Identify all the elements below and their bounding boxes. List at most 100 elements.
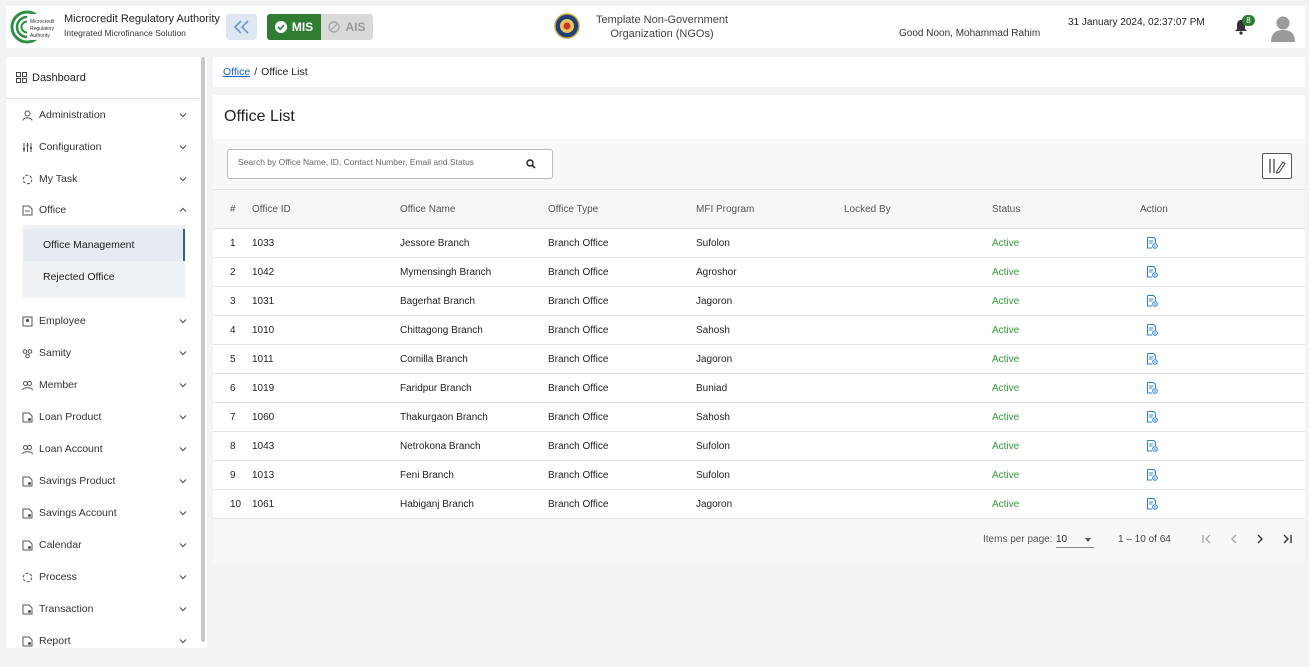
table-row[interactable]: 5 1011 Comilla Branch Branch Office Jagoron A… (213, 345, 1305, 374)
column-header-locked-by[interactable]: Locked By (844, 190, 891, 228)
view-details-icon[interactable] (1146, 266, 1158, 278)
sidebar-item-employee[interactable]: Employee (6, 307, 199, 335)
table-row[interactable]: 7 1060 Thakurgaon Branch Branch Office Sahos… (213, 403, 1305, 432)
column-header-office-name[interactable]: Office Name (400, 190, 455, 228)
chevron-down-icon (179, 113, 187, 118)
chevron-down-icon (179, 177, 187, 182)
sidebar-item-transaction[interactable]: Transaction (6, 595, 199, 623)
action-cell (1140, 461, 1158, 489)
sidebar-item-office[interactable]: Office (6, 196, 199, 224)
mfi-program-cell: Jagoron (696, 353, 733, 365)
sidebar-item-my-task[interactable]: My Task (6, 165, 199, 193)
user-greeting: Good Noon, Mohammad Rahim (899, 28, 1041, 39)
table-row[interactable]: 1 1033 Jessore Branch Branch Office Sufolon A… (213, 229, 1305, 258)
office-id-cell: 1010 (252, 324, 275, 336)
items-per-page-select[interactable]: 10 (1056, 530, 1094, 548)
current-datetime: 31 January 2024, 02:37:07 PM (1068, 17, 1205, 28)
first-page-icon[interactable] (1200, 532, 1214, 546)
column-settings-button[interactable] (1262, 153, 1292, 179)
sidebar-item-loan-product[interactable]: Loan Product (6, 403, 199, 431)
sidebar-item-loan-account[interactable]: Loan Account (6, 435, 199, 463)
last-page-icon[interactable] (1280, 532, 1294, 546)
chevron-down-icon (179, 543, 187, 548)
ais-label: AIS (345, 20, 366, 34)
column-header-status[interactable]: Status (992, 190, 1020, 228)
table-row[interactable]: 8 1043 Netrokona Branch Branch Office Sufolo… (213, 432, 1305, 461)
action-cell (1140, 287, 1158, 315)
sidebar-item-process[interactable]: Process (6, 563, 199, 591)
sidebar-item-calendar[interactable]: Calendar (6, 531, 199, 559)
office-type-cell: Branch Office (548, 324, 609, 336)
employee-icon (22, 316, 33, 326)
sidebar-item-savings-account[interactable]: Savings Account (6, 499, 199, 527)
chevron-down-icon (179, 319, 187, 324)
sidebar-item-administration[interactable]: Administration (6, 101, 199, 129)
action-cell (1140, 345, 1158, 373)
row-number: 7 (230, 411, 236, 423)
view-details-icon[interactable] (1146, 324, 1158, 336)
sidebar-item-dashboard[interactable]: Dashboard (6, 57, 199, 99)
column-header-action: Action (1140, 203, 1168, 215)
column-header-office-id[interactable]: Office ID (252, 190, 291, 228)
view-details-icon[interactable] (1146, 295, 1158, 307)
sidebar-item-savings-product[interactable]: Savings Product (6, 467, 199, 495)
collapse-sidebar-button[interactable] (226, 14, 257, 40)
office-name-cell: Chittagong Branch (400, 324, 483, 336)
mfi-program-cell: Sufolon (696, 237, 730, 249)
organization-name: Template Non-Government Organization (NG… (595, 14, 729, 40)
mfi-program-cell: Sufolon (696, 469, 730, 481)
search-input[interactable] (238, 157, 518, 167)
row-number: 2 (230, 266, 236, 278)
sidebar-item-samity[interactable]: Samity (6, 339, 199, 367)
office-name-cell: Thakurgaon Branch (400, 411, 488, 423)
view-details-icon[interactable] (1146, 498, 1158, 510)
mis-toggle-button[interactable]: MIS (267, 14, 321, 40)
sidebar-sub-rejected-office[interactable]: Rejected Office (23, 261, 185, 293)
previous-page-icon[interactable] (1227, 532, 1241, 546)
sidebar-item-configuration[interactable]: Configuration (6, 133, 199, 161)
items-per-page-value: 10 (1056, 534, 1068, 545)
table-header-row: # Office ID Office Name Office Type MFI … (213, 189, 1305, 229)
table-row[interactable]: 4 1010 Chittagong Branch Branch Office Sahos… (213, 316, 1305, 345)
column-header-mfi-program[interactable]: MFI Program (696, 190, 754, 228)
action-cell (1140, 316, 1158, 344)
breadcrumb-office-link[interactable]: Office (223, 66, 250, 78)
view-details-icon[interactable] (1146, 440, 1158, 452)
sidebar-sub-office-management[interactable]: Office Management (23, 229, 185, 261)
view-details-icon[interactable] (1146, 237, 1158, 249)
sidebar-scrollbar[interactable] (201, 57, 205, 642)
column-header-office-type[interactable]: Office Type (548, 190, 598, 228)
row-number: 1 (230, 237, 236, 249)
status-cell: Active (992, 295, 1020, 307)
sidebar-item-label: Employee (39, 315, 86, 327)
svg-text:Regulatory: Regulatory (30, 26, 55, 32)
sidebar-item-report[interactable]: Report (6, 627, 199, 648)
view-details-icon[interactable] (1146, 411, 1158, 423)
table-row[interactable]: 6 1019 Faridpur Branch Branch Office Buniad A… (213, 374, 1305, 403)
chevron-down-icon (179, 511, 187, 516)
office-type-cell: Branch Office (548, 266, 609, 278)
table-row[interactable]: 9 1013 Feni Branch Branch Office Sufolon Acti… (213, 461, 1305, 490)
chevron-down-icon (179, 351, 187, 356)
table-row[interactable]: 3 1031 Bagerhat Branch Branch Office Jagoron… (213, 287, 1305, 316)
user-avatar-icon[interactable] (1270, 14, 1296, 42)
view-details-icon[interactable] (1146, 382, 1158, 394)
table-row[interactable]: 10 1061 Habiganj Branch Branch Office Jagoro… (213, 490, 1305, 519)
view-details-icon[interactable] (1146, 353, 1158, 365)
search-icon[interactable] (526, 159, 536, 169)
row-number: 5 (230, 353, 236, 365)
action-cell (1140, 490, 1158, 518)
sidebar-item-member[interactable]: Member (6, 371, 199, 399)
office-name-cell: Habiganj Branch (400, 498, 474, 510)
office-name-cell: Bagerhat Branch (400, 295, 476, 307)
svg-text:Authority: Authority (30, 33, 50, 39)
ais-toggle-button[interactable]: AIS (321, 14, 373, 40)
sidebar-item-label: Calendar (39, 539, 82, 551)
action-cell (1140, 403, 1158, 431)
table-row[interactable]: 2 1042 Mymensingh Branch Branch Office Agros… (213, 258, 1305, 287)
next-page-icon[interactable] (1253, 532, 1267, 546)
view-details-icon[interactable] (1146, 469, 1158, 481)
notification-count-badge: 8 (1242, 15, 1255, 26)
mra-logo-icon: Microcredit Regulatory Authority (10, 10, 57, 44)
mfi-program-cell: Buniad (696, 382, 728, 394)
